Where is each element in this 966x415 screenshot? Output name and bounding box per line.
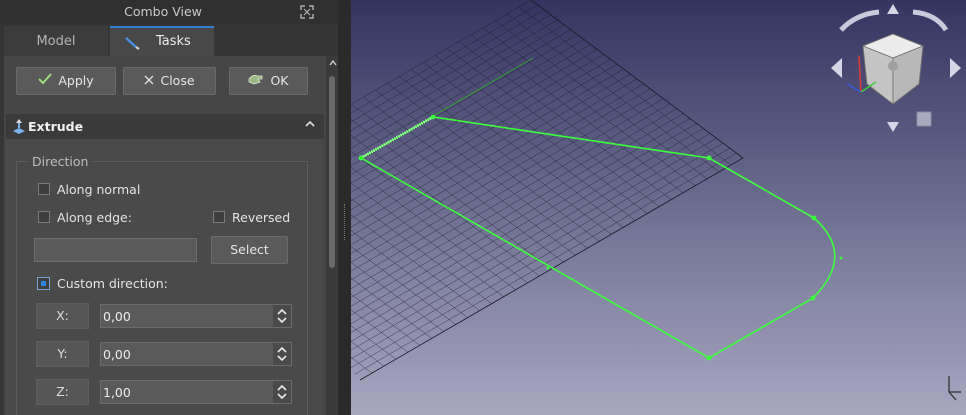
close-label: Close	[160, 73, 195, 88]
z-value: 1,00	[103, 385, 131, 400]
sketcher-pen-icon	[125, 37, 140, 50]
apply-button[interactable]: Apply	[16, 67, 116, 95]
chevron-up-icon[interactable]	[304, 118, 316, 130]
custom-direction-radio[interactable]	[37, 277, 50, 290]
spin-arrows-icon[interactable]	[273, 305, 291, 327]
reversed-checkbox[interactable]	[213, 211, 225, 223]
custom-direction-label: Custom direction:	[57, 276, 168, 291]
ok-button[interactable]: OK	[229, 67, 308, 95]
along-edge-label: Along edge:	[57, 210, 132, 225]
radio-selected-dot	[41, 281, 46, 286]
z-spinbox[interactable]: 1,00	[100, 380, 292, 404]
splitter-grip[interactable]	[344, 204, 347, 240]
ok-hand-icon	[248, 68, 264, 94]
y-value: 0,00	[103, 347, 131, 362]
extrude-part-icon	[13, 119, 25, 134]
ok-label: OK	[270, 73, 289, 88]
combo-view-titlebar: Combo View	[0, 0, 338, 24]
close-x-icon	[144, 68, 154, 94]
along-edge-checkbox[interactable]	[38, 211, 50, 223]
3d-viewport[interactable]	[351, 0, 966, 415]
x-label: X:	[36, 303, 89, 329]
section-title: Extrude	[28, 119, 84, 134]
z-label: Z:	[36, 379, 89, 405]
x-spinbox[interactable]: 0,00	[100, 304, 292, 328]
close-button[interactable]: Close	[123, 67, 216, 95]
reversed-label: Reversed	[232, 210, 291, 225]
select-edge-button[interactable]: Select	[211, 236, 288, 264]
checkmark-icon	[38, 68, 53, 94]
along-normal-checkbox[interactable]	[38, 183, 50, 195]
apply-label: Apply	[58, 73, 94, 88]
tab-model[interactable]: Model	[4, 26, 108, 56]
tab-tasks[interactable]: Tasks	[110, 26, 214, 56]
y-spinbox[interactable]: 0,00	[100, 342, 292, 366]
spin-arrows-icon[interactable]	[273, 343, 291, 365]
float-toggle-icon[interactable]	[300, 5, 314, 19]
along-normal-label: Along normal	[57, 182, 141, 197]
x-value: 0,00	[103, 309, 131, 324]
direction-group-title: Direction	[28, 154, 93, 169]
y-label: Y:	[36, 341, 89, 367]
combo-view-title: Combo View	[124, 4, 202, 19]
scroll-up-icon[interactable]	[328, 58, 338, 68]
scrollbar-thumb[interactable]	[329, 76, 335, 268]
spin-arrows-icon[interactable]	[273, 381, 291, 403]
extrude-section-header[interactable]: Extrude	[6, 114, 324, 139]
edge-field[interactable]	[34, 238, 197, 262]
tab-tasks-label: Tasks	[156, 34, 191, 49]
